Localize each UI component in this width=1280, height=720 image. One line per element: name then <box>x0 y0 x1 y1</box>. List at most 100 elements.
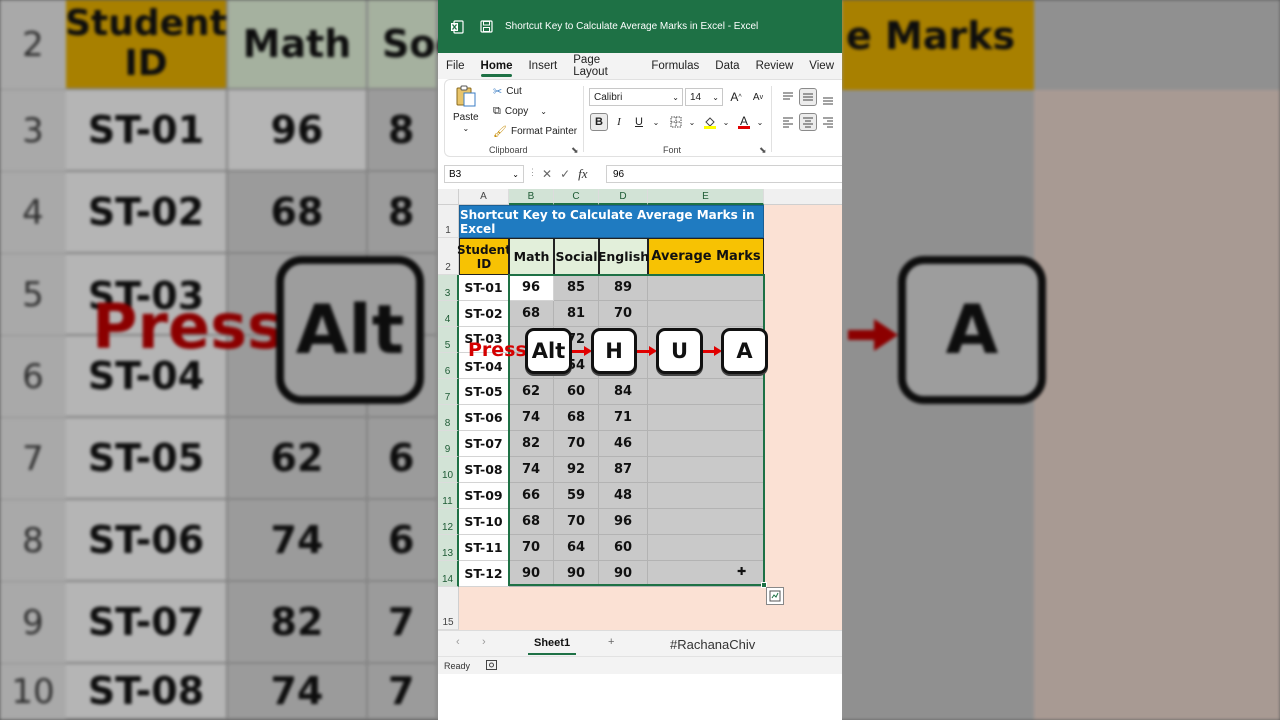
accessibility-icon[interactable] <box>486 659 498 672</box>
math-cell[interactable]: 74 <box>509 405 554 431</box>
tab-review[interactable]: Review <box>748 53 802 79</box>
format-painter-button[interactable]: 🖌 Format Painter <box>493 125 577 138</box>
english-cell[interactable]: 84 <box>599 379 648 405</box>
english-cell[interactable]: 46 <box>599 431 648 457</box>
math-cell[interactable]: 82 <box>509 431 554 457</box>
save-icon[interactable] <box>479 20 493 34</box>
math-cell[interactable]: 68 <box>509 301 554 327</box>
tab-view[interactable]: View <box>801 53 842 79</box>
worksheet-grid[interactable]: A B C D E 1 2 3 4 5 6 7 8 9 10 11 12 13 … <box>438 189 842 630</box>
row-header-1[interactable]: 1 <box>438 205 459 238</box>
align-right-icon[interactable] <box>819 113 837 131</box>
header-english[interactable]: English <box>598 238 649 275</box>
english-cell[interactable]: 89 <box>599 275 648 301</box>
student-id-cell[interactable]: ST-12 <box>459 561 509 587</box>
row-header-6[interactable]: 6 <box>438 353 459 379</box>
tab-page-layout[interactable]: Page Layout <box>565 53 643 79</box>
chevron-right-icon[interactable]: › <box>482 636 486 648</box>
row-header-9[interactable]: 9 <box>438 431 459 457</box>
header-math[interactable]: Math <box>509 238 554 275</box>
insert-function-button[interactable]: fx <box>578 166 587 182</box>
row-header-12[interactable]: 12 <box>438 509 459 535</box>
align-left-icon[interactable] <box>779 113 797 131</box>
row-header-10[interactable]: 10 <box>438 457 459 483</box>
english-cell[interactable]: 70 <box>599 301 648 327</box>
tab-home[interactable]: Home <box>473 53 521 79</box>
english-cell[interactable]: 48 <box>599 483 648 509</box>
chevron-down-icon[interactable]: ⌄ <box>717 113 735 131</box>
quick-analysis-icon[interactable] <box>766 587 784 605</box>
row-header-3[interactable]: 3 <box>438 275 459 301</box>
cancel-icon[interactable]: ✕ <box>542 167 552 181</box>
align-middle-icon[interactable] <box>799 88 817 106</box>
student-id-cell[interactable]: ST-05 <box>459 379 509 405</box>
math-cell[interactable]: 66 <box>509 483 554 509</box>
math-cell[interactable]: 70 <box>509 535 554 561</box>
student-id-cell[interactable]: ST-10 <box>459 509 509 535</box>
column-header-a[interactable]: A <box>459 189 509 205</box>
row-header-4[interactable]: 4 <box>438 301 459 327</box>
tab-insert[interactable]: Insert <box>520 53 565 79</box>
column-header-d[interactable]: D <box>599 189 648 205</box>
math-cell[interactable]: 90 <box>509 561 554 587</box>
header-student-id[interactable]: Student ID <box>457 238 511 275</box>
student-id-cell[interactable]: ST-07 <box>459 431 509 457</box>
row-header-8[interactable]: 8 <box>438 405 459 431</box>
paste-button[interactable]: Paste ⌄ <box>453 84 479 133</box>
math-cell[interactable]: 68 <box>509 509 554 535</box>
enter-check-icon[interactable]: ✓ <box>560 167 570 181</box>
row-header-11[interactable]: 11 <box>438 483 459 509</box>
row-header-15[interactable]: 15 <box>438 587 459 630</box>
social-cell[interactable]: 70 <box>554 509 599 535</box>
tab-file[interactable]: File <box>438 53 473 79</box>
sheet-tab-sheet1[interactable]: Sheet1 <box>528 633 577 655</box>
dialog-launcher-icon[interactable]: ⬊ <box>571 145 579 156</box>
chevron-down-icon[interactable]: ⌄ <box>683 113 701 131</box>
average-cell[interactable] <box>648 431 764 457</box>
chevron-down-icon[interactable]: ⌄ <box>647 113 665 131</box>
header-social[interactable]: Social <box>554 238 599 275</box>
social-cell[interactable]: 92 <box>554 457 599 483</box>
english-cell[interactable]: 90 <box>599 561 648 587</box>
math-cell[interactable]: 96 <box>509 275 554 301</box>
tab-formulas[interactable]: Formulas <box>643 53 707 79</box>
average-cell[interactable] <box>648 275 764 301</box>
social-cell[interactable]: 90 <box>554 561 599 587</box>
english-cell[interactable]: 71 <box>599 405 648 431</box>
column-header-c[interactable]: C <box>554 189 599 205</box>
column-header-e[interactable]: E <box>648 189 764 205</box>
align-top-icon[interactable] <box>779 88 797 106</box>
select-all-corner[interactable] <box>438 189 459 205</box>
font-size-select[interactable]: 14 ⌄ <box>685 88 723 106</box>
bold-button[interactable]: B <box>590 113 608 131</box>
social-cell[interactable]: 68 <box>554 405 599 431</box>
align-center-icon[interactable] <box>799 113 817 131</box>
chevron-left-icon[interactable]: ‹ <box>456 636 460 648</box>
english-cell[interactable]: 96 <box>599 509 648 535</box>
align-bottom-icon[interactable] <box>819 90 837 108</box>
shrink-font-button[interactable]: Av <box>749 88 767 106</box>
chevron-down-icon[interactable]: ⌄ <box>751 113 769 131</box>
math-cell[interactable]: 74 <box>509 457 554 483</box>
average-cell[interactable] <box>648 561 764 587</box>
header-average-marks[interactable]: Average Marks <box>648 238 764 275</box>
english-cell[interactable]: 87 <box>599 457 648 483</box>
row-header-7[interactable]: 7 <box>438 379 459 405</box>
average-cell[interactable] <box>648 405 764 431</box>
average-cell[interactable] <box>648 379 764 405</box>
average-cell[interactable] <box>648 535 764 561</box>
copy-button[interactable]: ⧉ Copy ⌄ <box>493 105 547 118</box>
column-header-f[interactable] <box>764 189 842 205</box>
sheet-title-cell[interactable]: Shortcut Key to Calculate Average Marks … <box>459 205 764 238</box>
grow-font-button[interactable]: A ^ <box>727 88 745 106</box>
add-sheet-button[interactable]: + <box>608 636 614 648</box>
math-cell[interactable]: 62 <box>509 379 554 405</box>
student-id-cell[interactable]: ST-02 <box>459 301 509 327</box>
social-cell[interactable]: 81 <box>554 301 599 327</box>
social-cell[interactable]: 85 <box>554 275 599 301</box>
dialog-launcher-icon[interactable]: ⬊ <box>759 145 767 156</box>
social-cell[interactable]: 70 <box>554 431 599 457</box>
tab-data[interactable]: Data <box>707 53 747 79</box>
average-cell[interactable] <box>648 509 764 535</box>
average-cell[interactable] <box>648 301 764 327</box>
